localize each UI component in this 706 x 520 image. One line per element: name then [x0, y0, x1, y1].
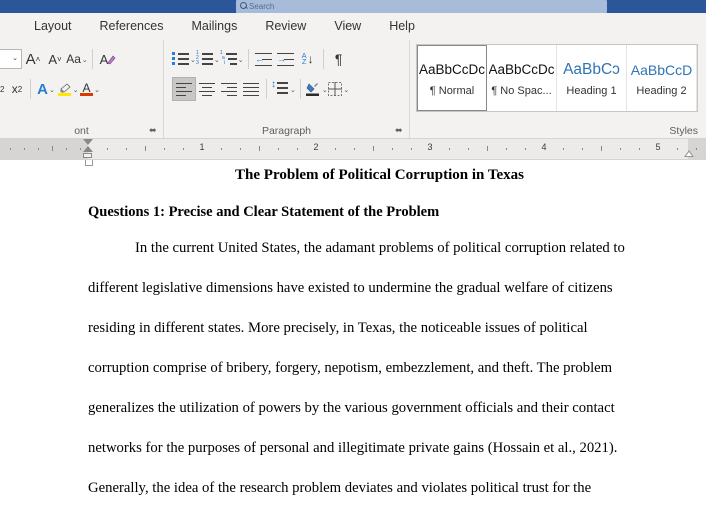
document-scroll-area[interactable]: The Problem of Political Corruption in T…: [0, 160, 706, 520]
ruler-left-margin-zone: [0, 139, 88, 159]
tab-references[interactable]: References: [86, 13, 178, 39]
paragraph-group-row-1: ⌄ 123 ⌄ 1ai ⌄ ← → A Z ↓ ¶: [172, 46, 350, 72]
tab-mailings[interactable]: Mailings: [177, 13, 251, 39]
word-application-window: Search Layout References Mailings Review…: [0, 0, 706, 520]
paragraph-line: residing in different states. More preci…: [88, 320, 588, 336]
style-name: ¶ Normal: [429, 84, 475, 97]
ribbon-group-styles: AaBbCcDc ¶ Normal AaBbCcDc ¶ No Spac... …: [409, 40, 706, 138]
document-paragraph: In the current United States, the adaman…: [88, 228, 671, 520]
ruler-number-2: 2: [313, 142, 319, 152]
chevron-down-icon[interactable]: ⌄: [12, 55, 18, 63]
style-preview: AaBbCcD: [630, 61, 693, 78]
divider: [299, 79, 301, 99]
font-color-icon[interactable]: A ⌄: [79, 77, 101, 101]
ribbon: 2 ⌄ A˄ A˅ Aa⌄ A: [0, 40, 706, 139]
style-item-heading-2[interactable]: AaBbCcD Heading 2: [627, 45, 697, 111]
align-center-icon[interactable]: [196, 78, 218, 100]
ribbon-tabs: Layout References Mailings Review View H…: [0, 13, 706, 39]
document-title: The Problem of Political Corruption in T…: [235, 167, 524, 183]
ruler-number-1: 1: [199, 142, 205, 152]
left-indent-marker[interactable]: [83, 153, 92, 158]
divider: [92, 49, 93, 69]
ruler-number-4: 4: [541, 142, 547, 152]
numbering-icon[interactable]: 123 ⌄: [196, 47, 220, 71]
font-group-label: ont: [74, 125, 89, 137]
divider: [322, 49, 324, 69]
style-name: ¶ No Spac...: [491, 84, 552, 97]
horizontal-ruler[interactable]: 1 2 3 4 5: [0, 139, 706, 160]
tab-review[interactable]: Review: [251, 13, 320, 39]
divider: [30, 79, 31, 99]
tab-help[interactable]: Help: [375, 13, 429, 39]
ruler-number-3: 3: [427, 142, 433, 152]
search-box[interactable]: Search: [236, 0, 607, 13]
divider: [266, 79, 267, 99]
show-formatting-marks-icon[interactable]: ¶: [328, 47, 350, 71]
superscript-icon[interactable]: x2: [8, 77, 26, 101]
magnifier-icon: [240, 2, 247, 9]
paragraph-line: networks for the purposes of personal an…: [88, 440, 618, 456]
text-highlight-color-icon[interactable]: ⌄: [57, 77, 79, 101]
style-name: Heading 2: [636, 84, 687, 97]
grow-font-icon[interactable]: A ˄: [22, 47, 44, 71]
document-heading: Questions 1: Precise and Clear Statement…: [88, 204, 440, 220]
align-left-icon[interactable]: [172, 77, 196, 101]
ruler-number-5: 5: [655, 142, 661, 152]
ribbon-group-font: 2 ⌄ A˄ A˅ Aa⌄ A: [0, 40, 163, 138]
paragraph-line: different legislative dimensions have ex…: [88, 280, 613, 296]
align-right-icon[interactable]: [218, 78, 240, 100]
multilevel-list-icon[interactable]: 1ai ⌄: [220, 47, 244, 71]
paragraph-group-row-2: ↕ ⌄ ⌄ ⌄: [172, 76, 350, 102]
bullets-icon[interactable]: ⌄: [172, 47, 196, 71]
increase-indent-icon[interactable]: →: [275, 47, 297, 71]
borders-icon[interactable]: ⌄: [328, 77, 350, 101]
ribbon-group-paragraph: ⌄ 123 ⌄ 1ai ⌄ ← → A Z ↓ ¶ ↕ ⌄ ⌄ ⌄ Paragr…: [163, 40, 409, 138]
style-name: Heading 1: [566, 84, 617, 97]
divider: [247, 49, 249, 69]
tab-view[interactable]: View: [320, 13, 375, 39]
font-group-row-1: 2 ⌄ A˄ A˅ Aa⌄ A: [0, 46, 119, 72]
font-group-row-2: x2 x2 A⌄ ⌄: [0, 76, 101, 102]
first-line-indent-marker[interactable]: [83, 139, 93, 145]
paragraph-line: In the current United States, the adaman…: [135, 240, 625, 256]
paragraph-line: corruption comprise of bribery, forgery,…: [88, 360, 613, 376]
paragraph-line: generalizes the utilization of powers by…: [88, 400, 615, 416]
document-body[interactable]: The Problem of Political Corruption in T…: [88, 165, 671, 520]
line-and-paragraph-spacing-icon[interactable]: ↕ ⌄: [271, 77, 296, 101]
font-dialog-launcher[interactable]: ⬌: [149, 126, 158, 135]
styles-group-label: Styles: [669, 125, 698, 137]
change-case-icon[interactable]: Aa ⌄: [66, 47, 88, 71]
decrease-indent-icon[interactable]: ←: [253, 47, 275, 71]
style-item-heading-1[interactable]: AaBbCɔ Heading 1: [557, 45, 627, 111]
style-preview: AaBbCcDc: [419, 61, 485, 77]
right-indent-marker[interactable]: [684, 150, 694, 157]
style-preview: AaBbCɔ: [563, 60, 620, 78]
sort-icon[interactable]: AZ ↓: [297, 47, 319, 71]
document-page[interactable]: The Problem of Political Corruption in T…: [0, 160, 706, 520]
shrink-font-icon[interactable]: A ˅: [44, 47, 66, 71]
paragraph-line: Generally, the idea of the research prob…: [88, 480, 592, 496]
search-placeholder: Search: [249, 2, 275, 11]
clear-all-formatting-icon[interactable]: A: [97, 47, 119, 71]
shading-icon[interactable]: ⌄: [305, 77, 328, 101]
subscript-icon[interactable]: x2: [0, 77, 8, 101]
hanging-indent-marker[interactable]: [83, 146, 93, 152]
text-effects-and-typography-icon[interactable]: A ⌄: [35, 77, 57, 101]
ribbon-tab-bar: Layout References Mailings Review View H…: [0, 13, 706, 40]
font-size-input[interactable]: 2 ⌄: [0, 49, 22, 69]
paragraph-line: complementation of personal gains.: [88, 508, 671, 520]
paragraph-group-label: Paragraph: [261, 125, 312, 137]
paragraph-dialog-launcher[interactable]: ⬌: [395, 126, 404, 135]
style-preview: AaBbCcDc: [488, 61, 555, 77]
justify-icon[interactable]: [240, 78, 262, 100]
style-item-normal[interactable]: AaBbCcDc ¶ Normal: [417, 45, 487, 111]
title-bar: Search: [0, 0, 706, 13]
tab-layout[interactable]: Layout: [20, 13, 86, 39]
style-item-no-spacing[interactable]: AaBbCcDc ¶ No Spac...: [487, 45, 557, 111]
styles-gallery: AaBbCcDc ¶ Normal AaBbCcDc ¶ No Spac... …: [416, 44, 698, 112]
